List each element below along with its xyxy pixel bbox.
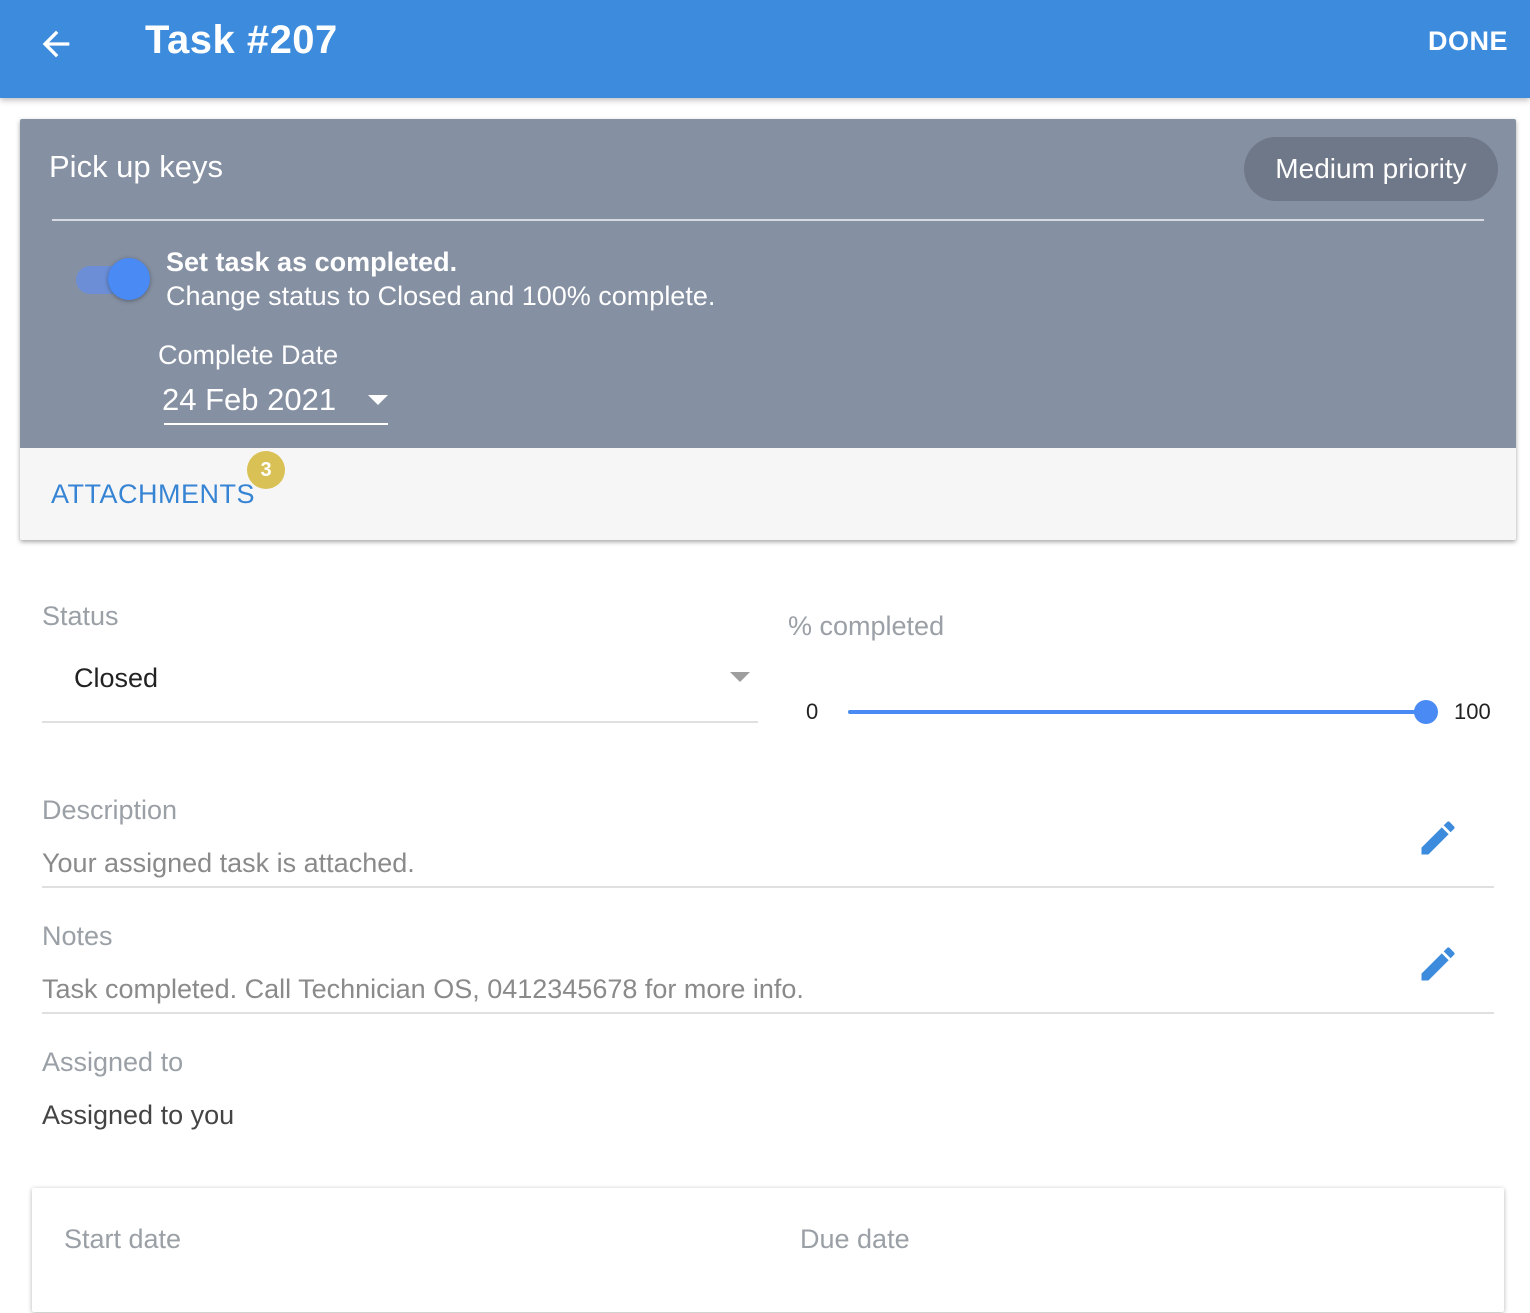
page-title: Task #207 bbox=[145, 18, 338, 62]
triangle-down-icon bbox=[730, 672, 750, 682]
start-date-field[interactable]: Start date bbox=[64, 1224, 181, 1255]
triangle-down-icon bbox=[368, 395, 388, 405]
arrow-left-icon bbox=[42, 30, 70, 58]
complete-toggle-subtitle: Change status to Closed and 100% complet… bbox=[166, 281, 716, 311]
dates-card: Start date Due date bbox=[32, 1188, 1504, 1312]
status-label: Status bbox=[42, 601, 119, 631]
notes-field: Task completed. Call Technician OS, 0412… bbox=[42, 962, 1494, 1014]
app-bar: Task #207 DONE bbox=[0, 0, 1530, 98]
complete-date-value: 24 Feb 2021 bbox=[162, 382, 337, 417]
complete-date-select[interactable]: 24 Feb 2021 bbox=[162, 377, 388, 425]
attachments-count-badge: 3 bbox=[247, 451, 285, 489]
notes-value: Task completed. Call Technician OS, 0412… bbox=[42, 974, 804, 1004]
task-summary-card: Pick up keys Medium priority Set task as… bbox=[20, 119, 1516, 540]
assigned-to-value: Assigned to you bbox=[42, 1100, 235, 1130]
task-name: Pick up keys bbox=[49, 149, 224, 184]
task-card-header: Pick up keys Medium priority Set task as… bbox=[20, 119, 1516, 448]
due-date-field[interactable]: Due date bbox=[800, 1224, 910, 1255]
slider-thumb[interactable] bbox=[1414, 700, 1438, 724]
complete-toggle-title: Set task as completed. bbox=[166, 247, 458, 277]
edit-notes-button[interactable] bbox=[1414, 940, 1462, 988]
back-button[interactable] bbox=[32, 20, 80, 68]
slider-min-label: 0 bbox=[806, 699, 819, 724]
percent-completed-label: % completed bbox=[788, 611, 945, 641]
status-value: Closed bbox=[74, 663, 159, 693]
description-field: Your assigned task is attached. bbox=[42, 836, 1494, 888]
slider-max-label: 100 bbox=[1454, 699, 1491, 724]
done-button[interactable]: DONE bbox=[1428, 26, 1508, 57]
toggle-thumb bbox=[108, 258, 150, 300]
edit-description-button[interactable] bbox=[1414, 814, 1462, 862]
slider-track bbox=[848, 710, 1426, 714]
pencil-icon bbox=[1421, 821, 1455, 855]
percent-completed-slider[interactable] bbox=[848, 698, 1438, 726]
notes-label: Notes bbox=[42, 921, 113, 951]
complete-date-label: Complete Date bbox=[158, 340, 339, 370]
attachments-tab[interactable]: ATTACHMENTS bbox=[51, 479, 255, 510]
complete-toggle[interactable] bbox=[76, 258, 152, 302]
description-label: Description bbox=[42, 795, 178, 825]
priority-chip[interactable]: Medium priority bbox=[1244, 137, 1498, 201]
divider bbox=[52, 219, 1484, 221]
description-value: Your assigned task is attached. bbox=[42, 848, 415, 878]
pencil-icon bbox=[1421, 947, 1455, 981]
status-select[interactable]: Closed bbox=[42, 646, 758, 723]
assigned-to-label: Assigned to bbox=[42, 1047, 184, 1077]
